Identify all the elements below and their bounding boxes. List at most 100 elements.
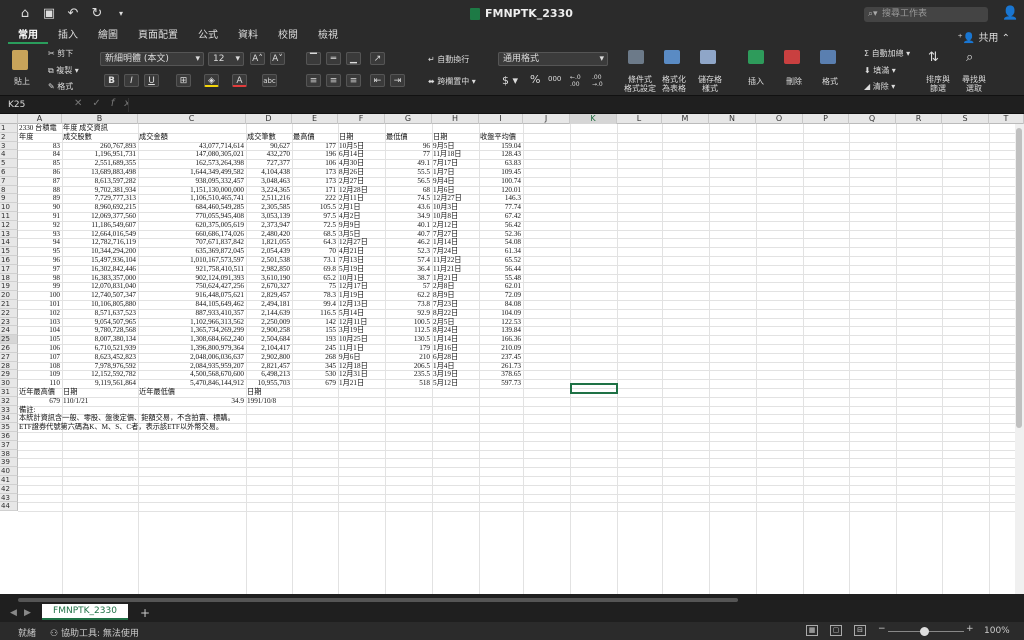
zoom-in-icon[interactable]: + (966, 624, 974, 634)
cell-f11[interactable]: 4月2日 (339, 212, 361, 221)
row-header-38[interactable]: 38 (0, 449, 18, 459)
row-header-12[interactable]: 12 (0, 220, 18, 230)
cell-d15[interactable]: 2,054,439 (247, 247, 290, 256)
cell-c31[interactable]: 近年最低價 (139, 388, 175, 397)
cell-d23[interactable]: 2,250,009 (247, 318, 290, 327)
cell-i5[interactable]: 63.83 (480, 159, 521, 168)
cell-g29[interactable]: 235.5 (386, 370, 430, 379)
row-header-4[interactable]: 4 (0, 150, 18, 160)
cell-b9[interactable]: 7,729,777,313 (63, 194, 136, 203)
cell-a34[interactable]: 本統計資訊含一般、零股、盤後定價、鉅額交易，不含拍賣、標購。 (19, 414, 235, 423)
cell-a14[interactable]: 94 (19, 238, 60, 247)
cell-d30[interactable]: 10,955,703 (247, 379, 290, 388)
cell-f17[interactable]: 5月19日 (339, 265, 364, 274)
cell-a6[interactable]: 86 (19, 168, 60, 177)
cell-a35[interactable]: ETF證券代號第六碼為K、M、S、C者，表示該ETF以外幣交易。 (19, 423, 223, 432)
cell-g6[interactable]: 55.5 (386, 168, 430, 177)
cell-e17[interactable]: 69.8 (293, 265, 336, 274)
formula-input[interactable] (128, 98, 1012, 112)
cell-b20[interactable]: 12,740,507,347 (63, 291, 136, 300)
cell-b10[interactable]: 8,960,692,215 (63, 203, 136, 212)
cell-g27[interactable]: 210 (386, 353, 430, 362)
tab-view[interactable]: 檢視 (308, 27, 348, 44)
row-header-9[interactable]: 9 (0, 194, 18, 204)
cell-a24[interactable]: 104 (19, 326, 60, 335)
cell-h15[interactable]: 7月24日 (433, 247, 458, 256)
cell-g5[interactable]: 49.1 (386, 159, 430, 168)
cell-e10[interactable]: 105.5 (293, 203, 336, 212)
tab-data[interactable]: 資料 (228, 27, 268, 44)
cell-g22[interactable]: 92.9 (386, 309, 430, 318)
cell-a28[interactable]: 108 (19, 362, 60, 371)
cell-i12[interactable]: 56.42 (480, 221, 521, 230)
align-middle-button[interactable]: ═ (326, 52, 341, 65)
cell-e26[interactable]: 245 (293, 344, 336, 353)
column-header-j[interactable]: J (523, 114, 570, 124)
cell-a31[interactable]: 近年最高價 (19, 388, 55, 397)
cell-i20[interactable]: 72.09 (480, 291, 521, 300)
column-header-i[interactable]: I (479, 114, 523, 124)
cell-f6[interactable]: 8月26日 (339, 168, 364, 177)
find-select-icon[interactable]: ⌕ (966, 50, 973, 65)
cell-g4[interactable]: 77 (386, 150, 430, 159)
cell-g9[interactable]: 74.5 (386, 194, 430, 203)
column-header-f[interactable]: F (338, 114, 385, 124)
cell-c3[interactable]: 43,077,714,614 (139, 142, 244, 151)
cell-h2[interactable]: 日期 (433, 133, 447, 142)
cell-b6[interactable]: 13,689,883,498 (63, 168, 136, 177)
column-header-q[interactable]: Q (849, 114, 896, 124)
cell-i7[interactable]: 100.74 (480, 177, 521, 186)
row-header-43[interactable]: 43 (0, 493, 18, 503)
format-painter-button[interactable]: ✎ 格式 (48, 81, 73, 92)
align-top-button[interactable]: ▔ (306, 52, 321, 65)
cell-d6[interactable]: 4,104,438 (247, 168, 290, 177)
row-header-28[interactable]: 28 (0, 361, 18, 371)
cell-b15[interactable]: 10,344,294,200 (63, 247, 136, 256)
cell-b18[interactable]: 16,383,357,000 (63, 274, 136, 283)
cell-e16[interactable]: 73.1 (293, 256, 336, 265)
cell-d2[interactable]: 成交筆數 (247, 133, 276, 142)
align-right-button[interactable]: ≡ (346, 74, 361, 87)
cell-d32[interactable]: 1991/10/8 (247, 397, 276, 406)
column-header-m[interactable]: M (662, 114, 709, 124)
row-header-14[interactable]: 14 (0, 238, 18, 248)
column-header-l[interactable]: L (617, 114, 662, 124)
align-center-button[interactable]: ≡ (326, 74, 341, 87)
cell-d14[interactable]: 1,821,055 (247, 238, 290, 247)
cell-d24[interactable]: 2,900,258 (247, 326, 290, 335)
cell-e7[interactable]: 173 (293, 177, 336, 186)
zoom-slider[interactable]: − + (878, 624, 974, 636)
cell-g17[interactable]: 36.4 (386, 265, 430, 274)
cell-i26[interactable]: 210.09 (480, 344, 521, 353)
cell-i28[interactable]: 261.73 (480, 362, 521, 371)
selected-cell-k25[interactable] (570, 383, 618, 394)
cell-f28[interactable]: 12月18日 (339, 362, 368, 371)
cell-c9[interactable]: 1,106,510,465,741 (139, 194, 244, 203)
cell-g16[interactable]: 57.4 (386, 256, 430, 265)
cell-b7[interactable]: 8,613,597,282 (63, 177, 136, 186)
cell-g12[interactable]: 40.1 (386, 221, 430, 230)
cell-h10[interactable]: 10月3日 (433, 203, 458, 212)
zoom-knob[interactable] (920, 627, 929, 636)
cell-g21[interactable]: 73.8 (386, 300, 430, 309)
cell-i14[interactable]: 54.08 (480, 238, 521, 247)
cell-d9[interactable]: 2,511,216 (247, 194, 290, 203)
cell-i18[interactable]: 55.48 (480, 274, 521, 283)
insert-cells-icon[interactable] (748, 50, 764, 64)
row-header-31[interactable]: 31 (0, 388, 18, 397)
cell-h7[interactable]: 9月4日 (433, 177, 455, 186)
row-header-7[interactable]: 7 (0, 176, 18, 186)
cell-f14[interactable]: 12月27日 (339, 238, 368, 247)
align-bottom-button[interactable]: ▁ (346, 52, 361, 65)
cell-e27[interactable]: 268 (293, 353, 336, 362)
row-header-15[interactable]: 15 (0, 247, 18, 256)
row-header-44[interactable]: 44 (0, 502, 18, 512)
paste-button[interactable]: 貼上 (14, 76, 30, 87)
cell-d19[interactable]: 2,670,327 (247, 282, 290, 291)
share-button[interactable]: ⁺👤 共用 ⌃ (958, 29, 1010, 44)
paste-icon[interactable] (12, 50, 28, 70)
tab-review[interactable]: 校閱 (268, 27, 308, 44)
cell-styles-icon[interactable] (700, 50, 716, 64)
cell-e3[interactable]: 177 (293, 142, 336, 151)
cell-b4[interactable]: 1,196,951,731 (63, 150, 136, 159)
